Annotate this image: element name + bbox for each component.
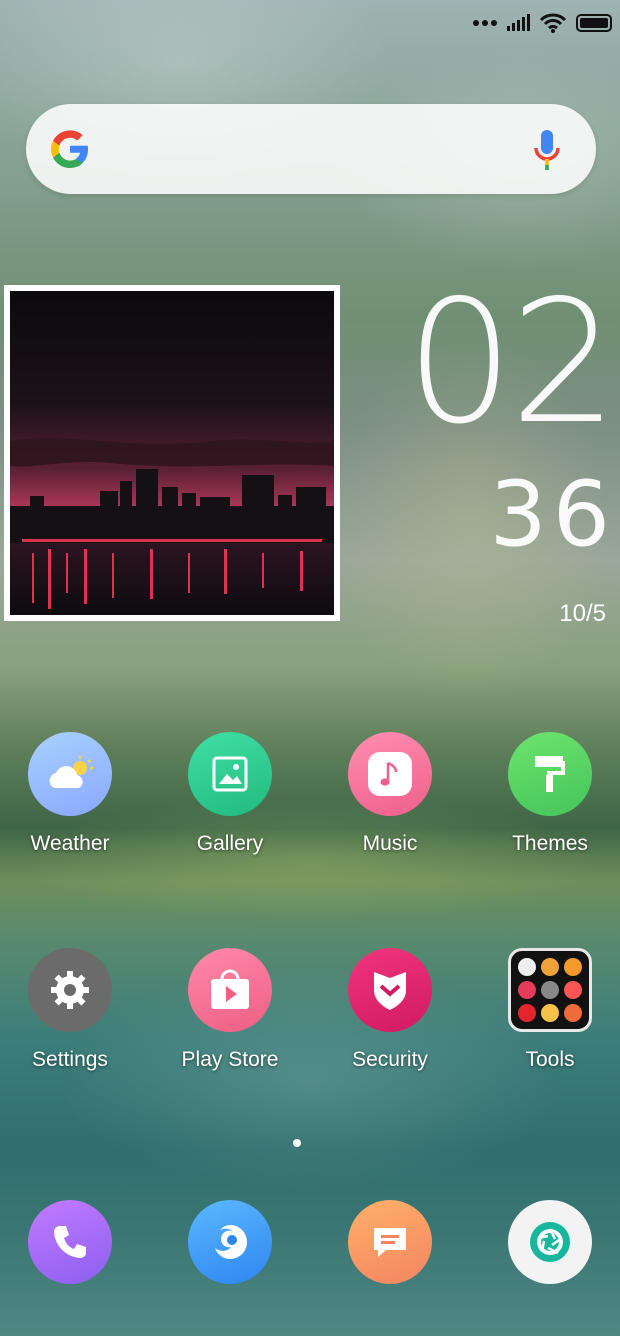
gallery-icon [188,732,272,816]
app-weather[interactable]: Weather [10,732,130,856]
app-security[interactable]: Security [330,948,450,1072]
themes-icon [508,732,592,816]
wallpaper [0,0,620,1336]
messages-icon [348,1200,432,1284]
app-gallery[interactable]: Gallery [170,732,290,856]
clock-hours[interactable]: 02 [406,278,618,448]
app-label: Themes [512,832,588,855]
battery-icon [576,14,612,32]
google-search-bar[interactable] [26,104,596,194]
signal-icon [507,14,530,31]
app-themes[interactable]: Themes [490,732,610,856]
app-label: Play Store [181,1048,279,1071]
wifi-icon [540,13,566,33]
status-bar [473,10,612,36]
app-label: Security [352,1048,428,1071]
city-night-photo [10,291,334,615]
app-label: Weather [30,832,110,855]
app-play-store[interactable]: Play Store [170,948,290,1072]
clock-date: 10/5 [559,600,606,627]
play-store-icon [188,948,272,1032]
browser-icon [188,1200,272,1284]
page-indicator-dot [293,1139,301,1147]
gear-icon [28,948,112,1032]
dock-phone[interactable] [10,1200,130,1284]
app-label: Gallery [196,832,264,855]
clock-minutes[interactable]: 36 [489,470,616,560]
google-logo-icon [51,130,88,168]
dock-messages[interactable] [330,1200,450,1284]
app-music[interactable]: Music [330,732,450,856]
phone-icon [28,1200,112,1284]
mic-icon[interactable] [532,128,562,172]
security-icon [348,948,432,1032]
music-icon [348,732,432,816]
weather-icon [28,732,112,816]
dock-camera[interactable] [490,1200,610,1284]
dots-icon [473,20,497,26]
tools-folder-icon [508,948,592,1032]
app-label: Settings [32,1048,108,1071]
camera-icon [508,1200,592,1284]
app-tools-folder[interactable]: Tools [490,948,610,1072]
app-label: Tools [525,1048,575,1071]
photo-widget[interactable] [4,285,340,621]
app-settings[interactable]: Settings [10,948,130,1072]
dock-browser[interactable] [170,1200,290,1284]
app-label: Music [362,832,418,855]
